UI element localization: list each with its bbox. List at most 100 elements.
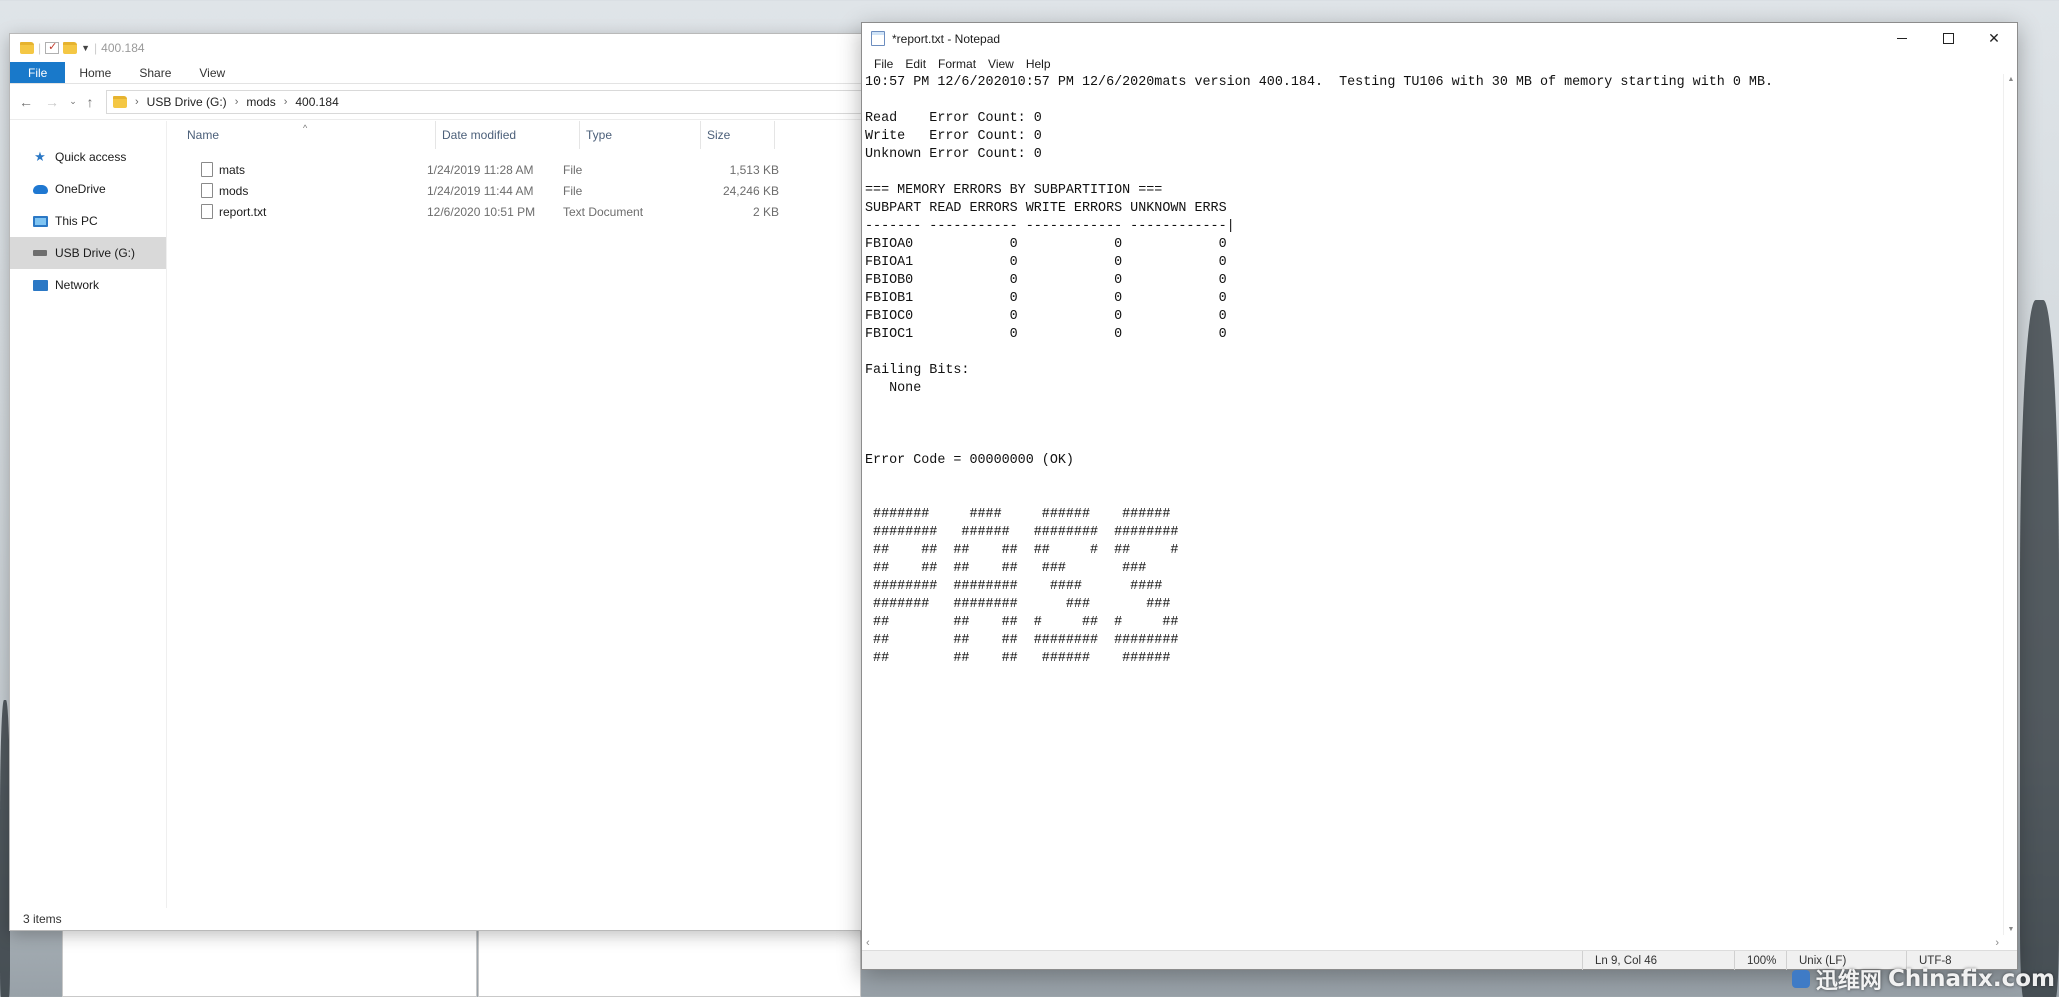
file-date: 1/24/2019 11:44 AM bbox=[427, 183, 534, 198]
file-icon bbox=[201, 183, 213, 198]
menu-edit[interactable]: Edit bbox=[899, 57, 932, 71]
address-bar-row: ← → ⌄ ↑ › USB Drive (G:) › mods › 400.18… bbox=[10, 84, 876, 120]
sidebar-item-this-pc[interactable]: This PC bbox=[10, 205, 166, 237]
folder-icon bbox=[113, 95, 127, 108]
zoom-level: 100% bbox=[1734, 951, 1786, 970]
titlebar-divider: | bbox=[38, 41, 42, 55]
tab-home[interactable]: Home bbox=[65, 62, 125, 83]
text-editor[interactable]: 10:57 PM 12/6/202010:57 PM 12/6/2020mats… bbox=[865, 74, 2003, 935]
file-size: 1,513 KB bbox=[729, 162, 779, 177]
tab-view[interactable]: View bbox=[185, 62, 239, 83]
sidebar-item-quick-access[interactable]: ★ Quick access bbox=[10, 141, 166, 173]
breadcrumb-drive[interactable]: USB Drive (G:) bbox=[147, 95, 227, 109]
watermark-text-en: Chinafix.com bbox=[1887, 966, 2055, 992]
menu-format[interactable]: Format bbox=[932, 57, 982, 71]
quick-access-dropdown-icon[interactable]: ▼ bbox=[81, 43, 90, 53]
file-size: 2 KB bbox=[752, 204, 779, 219]
notepad-icon bbox=[871, 31, 885, 46]
file-row[interactable]: mods 1/24/2019 11:44 AM File 24,246 KB bbox=[181, 180, 781, 201]
back-button[interactable]: ← bbox=[16, 94, 36, 110]
chevron-right-icon[interactable]: › bbox=[235, 96, 239, 108]
tab-file[interactable]: File bbox=[10, 62, 66, 83]
navigation-pane: ★ Quick access OneDrive This PC USB Driv… bbox=[10, 121, 167, 908]
vertical-scrollbar[interactable]: ▲ ▼ bbox=[2003, 74, 2017, 935]
properties-icon[interactable] bbox=[45, 40, 60, 54]
sidebar-item-label: OneDrive bbox=[55, 182, 106, 196]
file-name: mats bbox=[219, 162, 246, 177]
close-button[interactable]: ✕ bbox=[1971, 23, 2017, 54]
folder-icon bbox=[20, 42, 34, 54]
cursor-position: Ln 9, Col 46 bbox=[1582, 951, 1734, 970]
column-header-date[interactable]: Date modified bbox=[436, 121, 580, 149]
notepad-window[interactable]: *report.txt - Notepad ✕ File Edit Format… bbox=[861, 22, 2018, 970]
minimize-button[interactable] bbox=[1879, 23, 1925, 54]
forward-button[interactable]: → bbox=[42, 94, 62, 110]
window-title: 400.184 bbox=[101, 41, 145, 55]
address-bar[interactable]: › USB Drive (G:) › mods › 400.184 bbox=[106, 89, 876, 114]
menu-file[interactable]: File bbox=[868, 57, 899, 71]
explorer-titlebar[interactable]: | ▼ | 400.184 bbox=[10, 34, 874, 62]
star-icon: ★ bbox=[34, 149, 46, 164]
file-date: 1/24/2019 11:28 AM bbox=[427, 162, 534, 177]
menu-bar: File Edit Format View Help bbox=[862, 54, 2017, 73]
explorer-body: ★ Quick access OneDrive This PC USB Driv… bbox=[10, 121, 874, 908]
file-list: ^ Name Date modified Type Size mats 1/24… bbox=[167, 121, 874, 908]
column-header-size[interactable]: Size bbox=[701, 121, 775, 149]
sidebar-item-label: Network bbox=[55, 278, 100, 292]
file-row[interactable]: mats 1/24/2019 11:28 AM File 1,513 KB bbox=[181, 159, 781, 180]
scroll-down-icon[interactable]: ▼ bbox=[2004, 926, 2018, 933]
sidebar-item-network[interactable]: Network bbox=[10, 269, 166, 301]
sidebar-item-label: Quick access bbox=[55, 150, 127, 164]
column-header-type[interactable]: Type bbox=[580, 121, 701, 149]
column-headers: Name Date modified Type Size bbox=[167, 121, 874, 149]
sidebar-item-usb-drive[interactable]: USB Drive (G:) bbox=[10, 237, 166, 269]
network-icon bbox=[32, 278, 48, 292]
ribbon-tabs: File Home Share View bbox=[10, 62, 874, 84]
window-title: *report.txt - Notepad bbox=[892, 31, 1001, 46]
sidebar-item-label: USB Drive (G:) bbox=[55, 246, 136, 260]
up-button[interactable]: ↑ bbox=[80, 94, 100, 110]
text-file-icon bbox=[201, 204, 213, 219]
maximize-button[interactable] bbox=[1925, 23, 1971, 54]
background-window bbox=[478, 929, 861, 997]
titlebar-divider: | bbox=[94, 41, 98, 55]
document-text[interactable]: 10:57 PM 12/6/202010:57 PM 12/6/2020mats… bbox=[865, 74, 2003, 668]
new-folder-icon[interactable] bbox=[63, 42, 78, 54]
watermark: 迅维网 Chinafix.com bbox=[1791, 963, 2055, 995]
status-bar: 3 items bbox=[10, 908, 874, 930]
file-name: report.txt bbox=[219, 204, 267, 219]
file-type: Text Document bbox=[563, 204, 644, 219]
file-type: File bbox=[563, 183, 583, 198]
breadcrumb-current[interactable]: 400.184 bbox=[295, 95, 338, 109]
background-window bbox=[62, 929, 477, 997]
chevron-right-icon[interactable]: › bbox=[135, 96, 139, 108]
file-date: 12/6/2020 10:51 PM bbox=[427, 204, 536, 219]
file-icon bbox=[201, 162, 213, 177]
item-count: 3 items bbox=[23, 912, 62, 926]
file-name: mods bbox=[219, 183, 249, 198]
scroll-right-icon[interactable]: › bbox=[1995, 937, 1999, 949]
window-controls: ✕ bbox=[1879, 23, 2017, 54]
breadcrumb-mods[interactable]: mods bbox=[246, 95, 275, 109]
recent-locations-dropdown[interactable]: ⌄ bbox=[66, 96, 80, 107]
sidebar-item-onedrive[interactable]: OneDrive bbox=[10, 173, 166, 205]
cloud-icon bbox=[32, 182, 48, 196]
file-row[interactable]: report.txt 12/6/2020 10:51 PM Text Docum… bbox=[181, 201, 781, 222]
menu-help[interactable]: Help bbox=[1020, 57, 1057, 71]
column-header-name[interactable]: Name bbox=[181, 121, 436, 149]
file-explorer-window[interactable]: | ▼ | 400.184 File Home Share View ← → ⌄… bbox=[9, 33, 876, 931]
desktop-wallpaper-tree bbox=[2020, 300, 2059, 997]
watermark-logo-icon bbox=[1791, 970, 1810, 988]
tab-share[interactable]: Share bbox=[125, 62, 185, 83]
sidebar-item-label: This PC bbox=[55, 214, 98, 228]
menu-view[interactable]: View bbox=[982, 57, 1020, 71]
scroll-left-icon[interactable]: ‹ bbox=[866, 937, 870, 949]
notepad-titlebar[interactable]: *report.txt - Notepad ✕ bbox=[862, 23, 2017, 54]
chevron-right-icon[interactable]: › bbox=[284, 96, 288, 108]
file-type: File bbox=[563, 162, 583, 177]
file-size: 24,246 KB bbox=[722, 183, 779, 198]
computer-icon bbox=[32, 214, 48, 228]
usb-drive-icon bbox=[32, 246, 48, 260]
close-icon: ✕ bbox=[1988, 30, 2000, 46]
scroll-up-icon[interactable]: ▲ bbox=[2004, 76, 2018, 83]
